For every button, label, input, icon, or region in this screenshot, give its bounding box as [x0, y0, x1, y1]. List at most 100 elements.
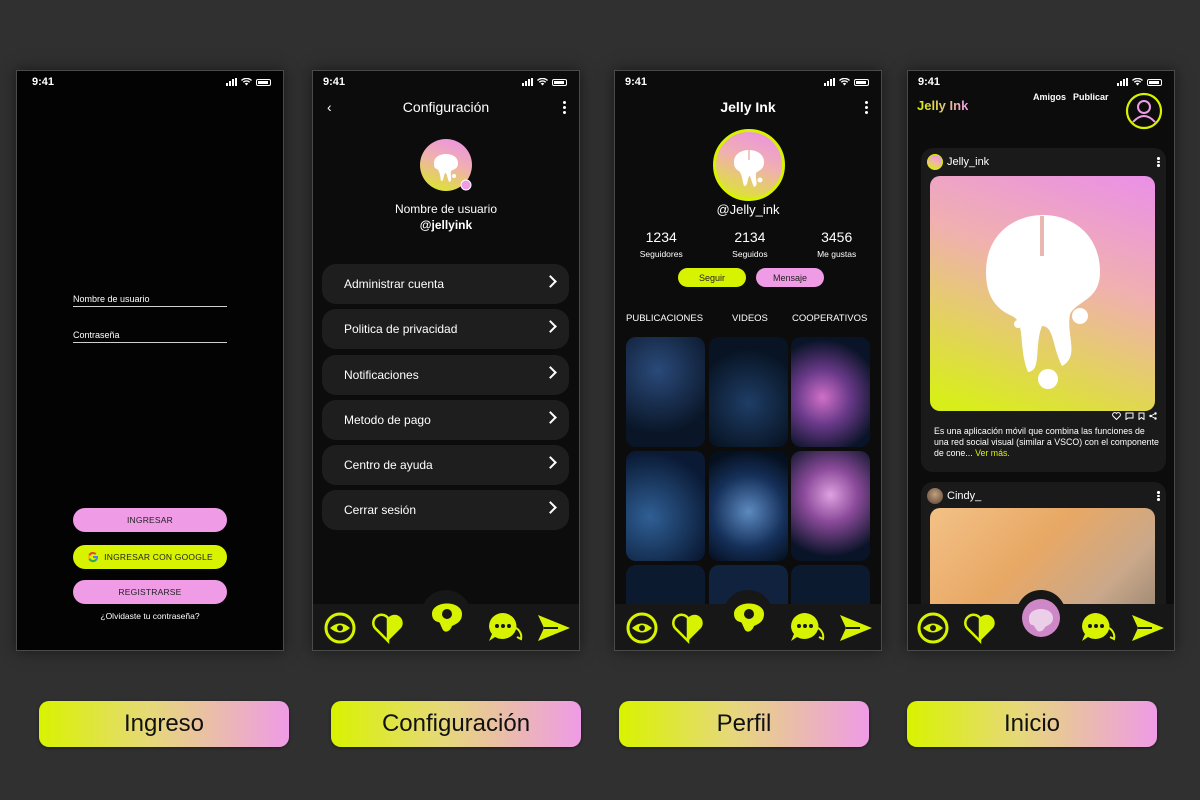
jelly-logo-icon [986, 215, 1100, 389]
stat-value: 2134 [734, 229, 766, 245]
stat-label: Me gustas [817, 249, 857, 259]
menu-item-manage-account[interactable]: Administrar cuenta [322, 264, 569, 304]
read-more-link[interactable]: Ver más. [975, 448, 1010, 458]
chat-icon[interactable] [487, 611, 523, 645]
menu-item-label: Centro de ayuda [344, 458, 433, 472]
menu-item-logout[interactable]: Cerrar sesión [322, 490, 569, 530]
grid-thumbnail[interactable] [791, 451, 870, 561]
caption-profile: Perfil [619, 701, 869, 747]
eye-icon[interactable] [917, 612, 949, 644]
status-bar: 9:41 [313, 75, 579, 91]
send-icon[interactable] [536, 613, 572, 643]
battery-icon [552, 79, 567, 86]
profile-username-label: Nombre de usuario [394, 202, 498, 216]
bottom-nav [313, 590, 579, 650]
bottom-nav [615, 590, 881, 650]
send-icon[interactable] [1130, 613, 1166, 643]
jelly-logo-icon[interactable] [730, 596, 768, 636]
wifi-icon [839, 78, 850, 86]
nav-publish[interactable]: Publicar [1073, 92, 1109, 102]
heart-icon[interactable] [671, 612, 705, 644]
menu-item-label: Cerrar sesión [344, 503, 417, 517]
post-description-text: Es una aplicación móvil que combina las … [934, 426, 1159, 458]
stat-label: Seguidores [639, 249, 683, 259]
follow-button[interactable]: Seguir [678, 268, 746, 287]
stat-followers[interactable]: 1234 Seguidores [640, 229, 683, 259]
post-username[interactable]: Cindy_ [947, 490, 981, 502]
save-icon[interactable] [1138, 412, 1145, 420]
chevron-right-icon [544, 411, 557, 424]
tab-videos[interactable]: VIDEOS [732, 313, 768, 324]
tab-cooperatives[interactable]: COOPERATIVOS [792, 313, 867, 324]
eye-icon[interactable] [324, 612, 356, 644]
more-icon[interactable] [563, 101, 567, 114]
profile-screen: 9:41 Jelly Ink @Jelly_ink 1234 Seguidores… [614, 70, 882, 651]
like-icon[interactable] [1112, 412, 1121, 420]
tab-publications[interactable]: PUBLICACIONES [626, 313, 703, 324]
forgot-password-link[interactable]: ¿Olvidaste tu contraseña? [17, 611, 283, 621]
username-field[interactable]: Nombre de usuario [73, 294, 227, 307]
profile-icon[interactable] [1125, 92, 1163, 130]
register-button[interactable]: REGISTRARSE [73, 580, 227, 604]
status-bar: 9:41 [17, 75, 283, 91]
settings-screen: 9:41 ‹ Configuración Nombre de usuario @… [312, 70, 580, 651]
stat-following[interactable]: 2134 Seguidos [732, 229, 767, 259]
menu-item-label: Notificaciones [344, 368, 419, 382]
google-login-button[interactable]: INGRESAR CON GOOGLE [73, 545, 227, 569]
jelly-logo-icon [434, 154, 472, 191]
stat-value: 1234 [645, 229, 677, 245]
status-bar: 9:41 [908, 75, 1174, 91]
signal-icon [522, 78, 533, 86]
heart-icon[interactable] [371, 612, 405, 644]
more-icon[interactable] [1157, 157, 1160, 167]
battery-icon [1147, 79, 1162, 86]
jelly-logo-icon[interactable] [428, 596, 466, 636]
grid-thumbnail[interactable] [626, 337, 705, 447]
menu-item-privacy-policy[interactable]: Politica de privacidad [322, 309, 569, 349]
heart-icon[interactable] [963, 612, 997, 644]
send-icon[interactable] [838, 613, 874, 643]
battery-icon [854, 79, 869, 86]
password-field[interactable]: Contraseña [73, 330, 227, 343]
share-icon[interactable] [1149, 412, 1157, 420]
app-logo: Jelly Ink [917, 98, 969, 113]
avatar[interactable] [713, 129, 785, 201]
stat-likes[interactable]: 3456 Me gustas [817, 229, 856, 259]
stat-label: Seguidos [732, 249, 768, 259]
menu-item-payment-method[interactable]: Metodo de pago [322, 400, 569, 440]
grid-thumbnail[interactable] [709, 451, 788, 561]
grid-thumbnail[interactable] [791, 337, 870, 447]
avatar[interactable] [927, 488, 943, 504]
grid-thumbnail[interactable] [709, 337, 788, 447]
message-button[interactable]: Mensaje [756, 268, 824, 287]
home-screen: 9:41 Jelly Ink Amigos Publicar Jelly_ink [907, 70, 1175, 651]
comment-icon[interactable] [1125, 412, 1134, 420]
post-image[interactable] [930, 176, 1155, 411]
grid-thumbnail[interactable] [626, 451, 705, 561]
post-username[interactable]: Jelly_ink [947, 156, 989, 168]
register-button-label: REGISTRARSE [118, 587, 182, 597]
caption-home: Inicio [907, 701, 1157, 747]
menu-item-notifications[interactable]: Notificaciones [322, 355, 569, 395]
more-icon[interactable] [1157, 491, 1160, 501]
menu-item-help-center[interactable]: Centro de ayuda [322, 445, 569, 485]
eye-icon[interactable] [626, 612, 658, 644]
more-icon[interactable] [865, 101, 869, 114]
chat-icon[interactable] [1080, 611, 1116, 645]
avatar[interactable] [927, 154, 943, 170]
menu-item-label: Politica de privacidad [344, 322, 458, 336]
signal-icon [226, 78, 237, 86]
profile-handle: @Jelly_ink [716, 202, 780, 217]
status-time: 9:41 [32, 76, 55, 88]
status-time: 9:41 [918, 76, 941, 88]
wifi-icon [1132, 78, 1143, 86]
status-time: 9:41 [323, 76, 346, 88]
login-button[interactable]: INGRESAR [73, 508, 227, 532]
chat-icon[interactable] [789, 611, 825, 645]
avatar[interactable] [420, 139, 472, 191]
bottom-nav [908, 590, 1174, 650]
jelly-logo-icon[interactable] [1021, 598, 1061, 638]
chevron-right-icon [544, 275, 557, 288]
caption-settings: Configuración [331, 701, 581, 747]
nav-friends[interactable]: Amigos [1033, 92, 1066, 102]
